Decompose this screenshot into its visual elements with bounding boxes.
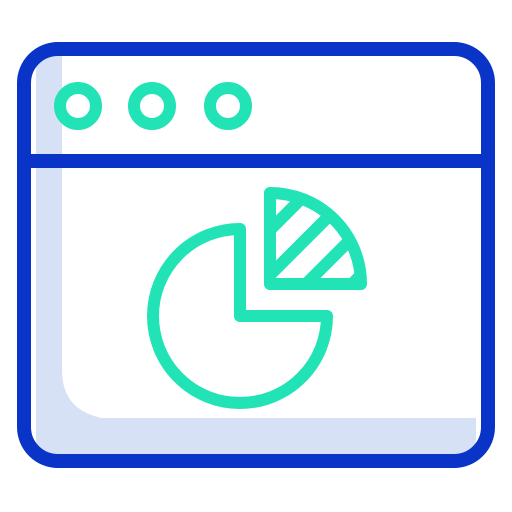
icon-canvas	[0, 0, 512, 512]
window-dot-icon	[128, 82, 176, 130]
window-dot-icon	[204, 82, 252, 130]
pie-chart-icon	[147, 223, 333, 409]
window-dot-icon	[54, 82, 102, 130]
browser-window-pie-chart-icon	[17, 42, 495, 468]
